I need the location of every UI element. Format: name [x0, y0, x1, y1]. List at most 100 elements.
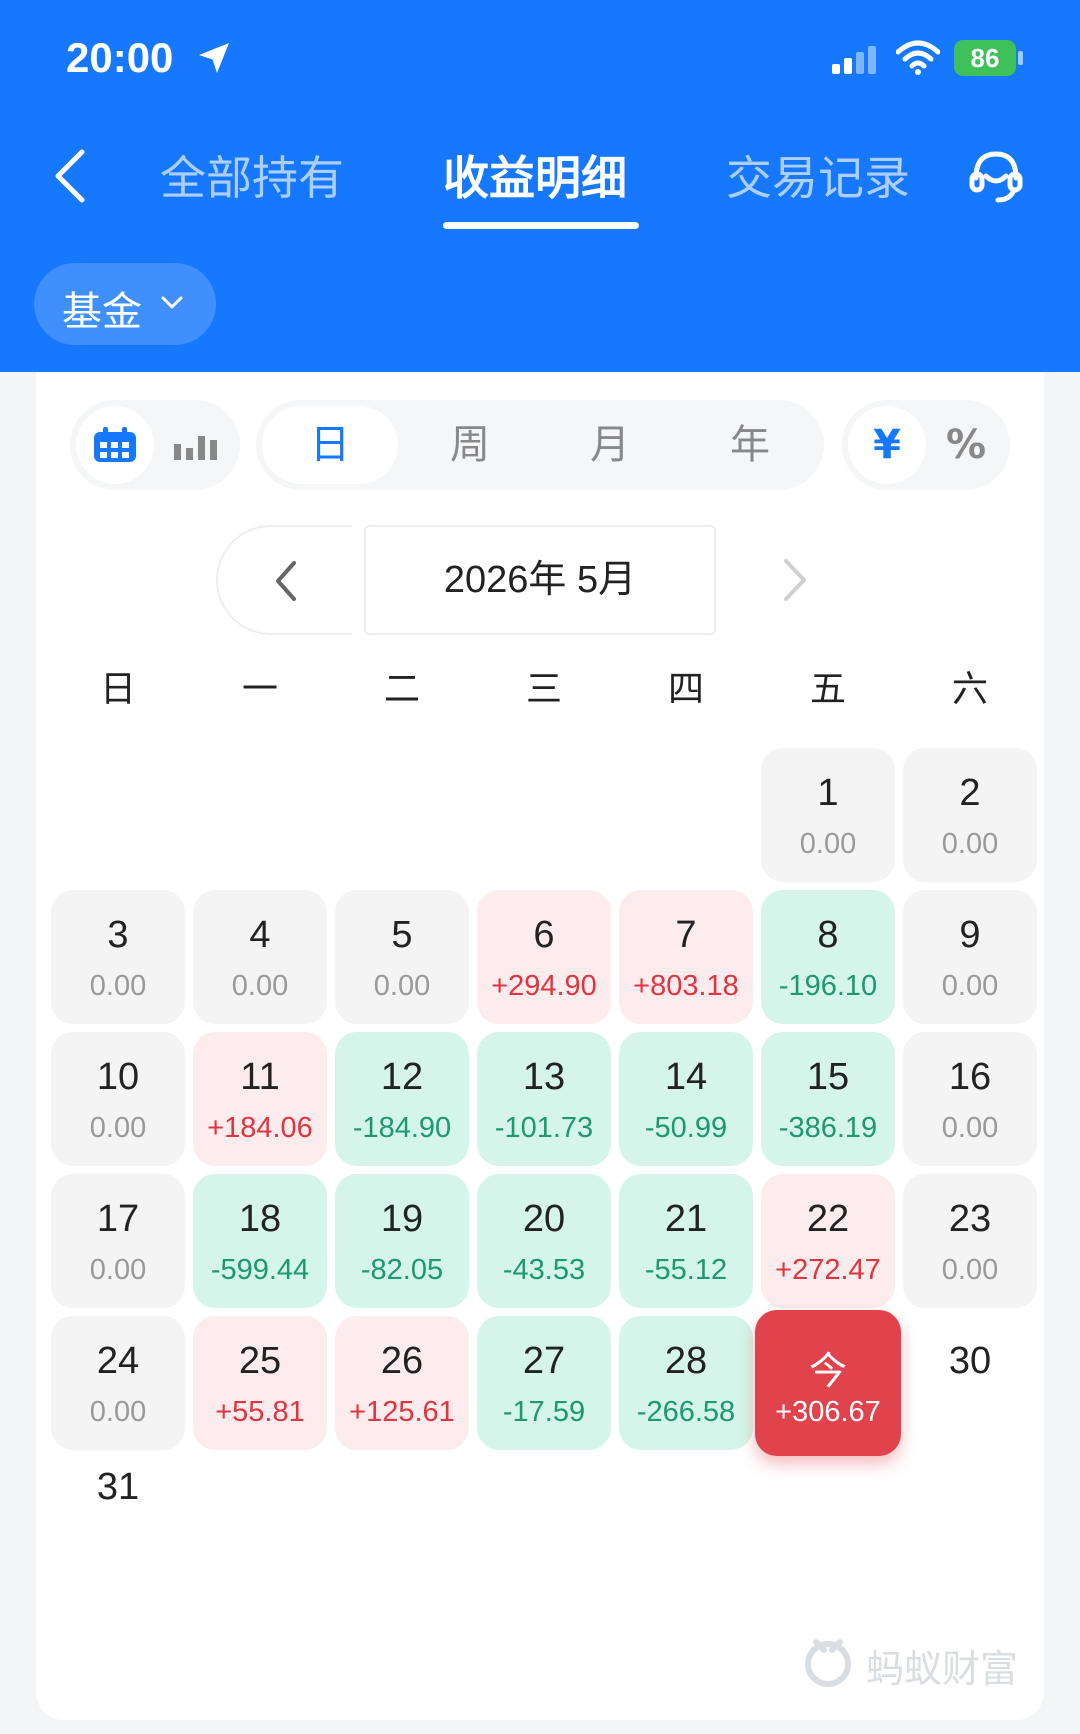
top-nav: 全部持有 收益明细 交易记录 [0, 120, 1080, 240]
day-income-value: 0.00 [89, 1112, 147, 1144]
day-income-value: -101.73 [494, 1112, 594, 1144]
bar-chart-icon [174, 436, 217, 460]
customer-service-icon[interactable] [966, 146, 1026, 206]
day-income-value: 0.00 [89, 1396, 147, 1428]
calendar-day[interactable]: 19 -82.05 [335, 1174, 469, 1308]
tab-transaction-records[interactable]: 交易记录 [726, 142, 910, 208]
fund-filter-dropdown[interactable]: 基金 [34, 263, 216, 345]
calendar-day[interactable]: 21 -55.12 [619, 1174, 753, 1308]
weekday-label: 三 [525, 669, 562, 710]
day-income-value: +803.18 [633, 970, 739, 1002]
day-number: 2 [959, 772, 981, 814]
tab-income-details[interactable]: 收益明细 [443, 142, 627, 208]
day-income-value: 0.00 [799, 828, 857, 860]
calendar-day[interactable]: 9 0.00 [903, 890, 1037, 1024]
battery-level: 86 [954, 40, 1016, 76]
calendar-day[interactable]: 15 -386.19 [761, 1032, 895, 1166]
calendar-day[interactable]: 31 [51, 1442, 185, 1576]
day-number: 21 [664, 1198, 708, 1240]
period-day-button[interactable]: 日 [262, 406, 398, 484]
calendar-day[interactable]: 27 -17.59 [477, 1316, 611, 1450]
day-number: 1 [817, 772, 839, 814]
calendar-day[interactable]: 26 +125.61 [335, 1316, 469, 1450]
calendar-day[interactable]: 12 -184.90 [335, 1032, 469, 1166]
day-income-value: -599.44 [210, 1254, 310, 1286]
unit-percent-button[interactable]: % [928, 406, 1004, 484]
unit-amount-button[interactable]: ¥ [848, 406, 926, 484]
calendar-day[interactable]: 30 [903, 1316, 1037, 1450]
calendar-day[interactable]: 3 0.00 [51, 890, 185, 1024]
day-income-value: 0.00 [373, 970, 431, 1002]
calendar-day[interactable]: 6 +294.90 [477, 890, 611, 1024]
calendar-day[interactable]: 16 0.00 [903, 1032, 1037, 1166]
calendar-icon [94, 427, 136, 462]
weekday-label: 四 [667, 669, 704, 710]
calendar-day[interactable]: 13 -101.73 [477, 1032, 611, 1166]
day-number: 12 [380, 1056, 424, 1098]
calendar-day[interactable]: 4 0.00 [193, 890, 327, 1024]
period-toggle: 日 周 月 年 [256, 400, 824, 490]
day-income-value: +306.67 [775, 1396, 881, 1428]
day-income-value: -266.58 [636, 1396, 736, 1428]
period-week-button[interactable]: 周 [402, 406, 538, 484]
day-number: 22 [806, 1198, 850, 1240]
chart-view-button[interactable] [158, 406, 234, 484]
day-income-value: 0.00 [941, 828, 999, 860]
fund-filter-label: 基金 [62, 289, 142, 335]
calendar-day[interactable]: 28 -266.58 [619, 1316, 753, 1450]
next-month-button[interactable] [780, 555, 810, 605]
day-income-value: +294.90 [491, 970, 597, 1002]
calendar-day-today[interactable]: 今 +306.67 [755, 1310, 901, 1456]
calendar-day[interactable]: 1 0.00 [761, 748, 895, 882]
prev-month-button[interactable] [216, 525, 352, 635]
period-year-button[interactable]: 年 [682, 406, 818, 484]
calendar-day[interactable]: 2 0.00 [903, 748, 1037, 882]
day-income-value: 0.00 [941, 1254, 999, 1286]
weekday-label: 五 [809, 669, 846, 710]
view-type-toggle [70, 400, 240, 490]
calendar-day[interactable]: 5 0.00 [335, 890, 469, 1024]
calendar-day[interactable]: 25 +55.81 [193, 1316, 327, 1450]
day-number: 10 [96, 1056, 140, 1098]
period-month-button[interactable]: 月 [542, 406, 678, 484]
watermark-text: 蚂蚁财富 [866, 1647, 1019, 1691]
tab-all-holdings[interactable]: 全部持有 [160, 142, 344, 208]
calendar-day[interactable]: 10 0.00 [51, 1032, 185, 1166]
ant-fortune-logo-icon [805, 1639, 851, 1687]
day-number: 7 [675, 914, 697, 956]
calendar-view-button[interactable] [76, 406, 154, 484]
day-income-value: +272.47 [775, 1254, 881, 1286]
day-number: 14 [664, 1056, 708, 1098]
day-number: 16 [948, 1056, 992, 1098]
calendar-day[interactable]: 7 +803.18 [619, 890, 753, 1024]
status-bar: 20:00 86 [0, 0, 1080, 110]
weekday-label: 日 [99, 669, 136, 710]
calendar-day[interactable]: 17 0.00 [51, 1174, 185, 1308]
ant-fortune-watermark: 蚂蚁财富 [800, 1632, 1020, 1692]
calendar-day[interactable]: 14 -50.99 [619, 1032, 753, 1166]
day-number: 3 [107, 914, 129, 956]
day-income-value: 0.00 [89, 970, 147, 1002]
day-income-value: -386.19 [778, 1112, 878, 1144]
day-number: 30 [948, 1340, 992, 1382]
calendar-day[interactable]: 8 -196.10 [761, 890, 895, 1024]
day-number: 15 [806, 1056, 850, 1098]
back-chevron-icon[interactable] [50, 146, 90, 206]
day-number: 25 [238, 1340, 282, 1382]
day-number: 17 [96, 1198, 140, 1240]
weekday-label: 二 [383, 669, 420, 710]
calendar-day[interactable]: 20 -43.53 [477, 1174, 611, 1308]
day-number: 5 [391, 914, 413, 956]
calendar-day[interactable]: 24 0.00 [51, 1316, 185, 1450]
calendar-day[interactable]: 18 -599.44 [193, 1174, 327, 1308]
day-number: 8 [817, 914, 839, 956]
day-income-value: 0.00 [89, 1254, 147, 1286]
unit-toggle: ¥ % [842, 400, 1010, 490]
calendar-day[interactable]: 23 0.00 [903, 1174, 1037, 1308]
day-number: 28 [664, 1340, 708, 1382]
calendar-day[interactable]: 11 +184.06 [193, 1032, 327, 1166]
calendar-day[interactable]: 22 +272.47 [761, 1174, 895, 1308]
day-number: 24 [96, 1340, 140, 1382]
header-bar: 20:00 86 全部持有 收益明细 交易记录 基金 [0, 0, 1080, 372]
cellular-signal-icon [832, 46, 876, 74]
